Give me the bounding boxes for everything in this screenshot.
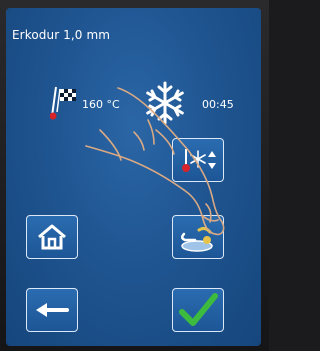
snowflake-icon <box>146 81 184 125</box>
heating-temperature: 160 °C <box>82 98 120 111</box>
page-title: Erkodur 1,0 mm <box>12 28 111 42</box>
material-button[interactable] <box>172 215 224 259</box>
home-icon <box>38 224 66 250</box>
heating-flag-icon <box>50 86 76 120</box>
home-button[interactable] <box>26 215 78 259</box>
material-cup-icon <box>181 226 213 252</box>
cooling-time: 00:45 <box>202 98 234 111</box>
checkmark-icon <box>179 293 218 326</box>
temperature-adjust-icon <box>182 149 216 172</box>
back-button[interactable] <box>26 288 78 332</box>
confirm-button[interactable] <box>172 288 224 332</box>
temperature-adjust-button[interactable] <box>172 138 224 182</box>
status-row: 160 °C 00:45 <box>6 81 261 125</box>
touch-screen: Erkodur 1,0 mm 160 °C 00:45 <box>6 8 261 346</box>
back-arrow-icon <box>36 303 69 317</box>
